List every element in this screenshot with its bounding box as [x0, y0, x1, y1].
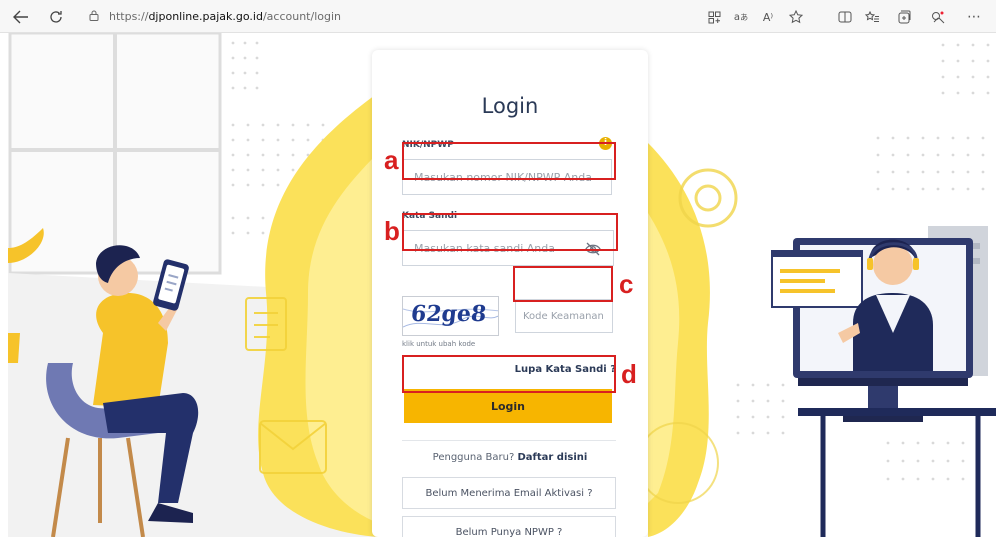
browser-toolbar: https://djponline.pajak.go.id/account/lo…: [0, 0, 996, 33]
url-path: /account/login: [262, 10, 341, 23]
right-illustration: [648, 33, 996, 537]
url-host: djponline.pajak.go.id: [148, 10, 263, 23]
annotation-box-d: [402, 355, 616, 393]
translate-icon[interactable]: aあ: [730, 6, 752, 28]
lock-icon: [85, 10, 103, 24]
annotation-box-a: [402, 142, 616, 180]
new-user-line: Pengguna Baru? Daftar disini: [372, 452, 648, 463]
register-link[interactable]: Daftar disini: [517, 452, 587, 463]
app-grid-icon[interactable]: [703, 6, 725, 28]
url-scheme: https://: [109, 10, 149, 23]
annotation-box-c: [513, 266, 613, 302]
login-page: Login NIK/NPWP i Masukan nomor NIK/NPWP …: [8, 33, 996, 537]
annotation-label-c: c: [619, 269, 634, 299]
login-title: Login: [481, 94, 539, 118]
annotation-label-b: b: [384, 216, 400, 246]
no-npwp-button[interactable]: Belum Punya NPWP ?: [402, 516, 616, 537]
annotation-label-d: d: [621, 359, 637, 389]
captcha-text: 62ge8: [409, 301, 488, 327]
favorite-star-icon[interactable]: [785, 6, 807, 28]
split-screen-icon[interactable]: [834, 6, 856, 28]
refresh-icon[interactable]: [45, 6, 67, 28]
captcha-image[interactable]: 62ge8: [402, 296, 499, 336]
address-bar[interactable]: https://djponline.pajak.go.id/account/lo…: [85, 5, 695, 28]
divider: [402, 440, 616, 441]
back-icon[interactable]: [10, 6, 32, 28]
extensions-icon[interactable]: [927, 6, 949, 28]
read-aloud-icon[interactable]: A⁾: [757, 6, 779, 28]
collections-icon[interactable]: [893, 6, 915, 28]
login-button[interactable]: Login: [404, 389, 612, 423]
left-illustration: [8, 33, 378, 537]
annotation-box-b: [402, 213, 618, 251]
new-user-text: Pengguna Baru?: [432, 452, 515, 463]
captcha-refresh-hint[interactable]: klik untuk ubah kode: [402, 340, 475, 348]
activation-email-button[interactable]: Belum Menerima Email Aktivasi ?: [402, 477, 616, 509]
annotation-label-a: a: [384, 145, 399, 175]
favorites-list-icon[interactable]: [861, 6, 883, 28]
more-options-icon[interactable]: ⋯: [963, 6, 985, 28]
security-code-input[interactable]: Kode Keamanan: [515, 299, 613, 333]
